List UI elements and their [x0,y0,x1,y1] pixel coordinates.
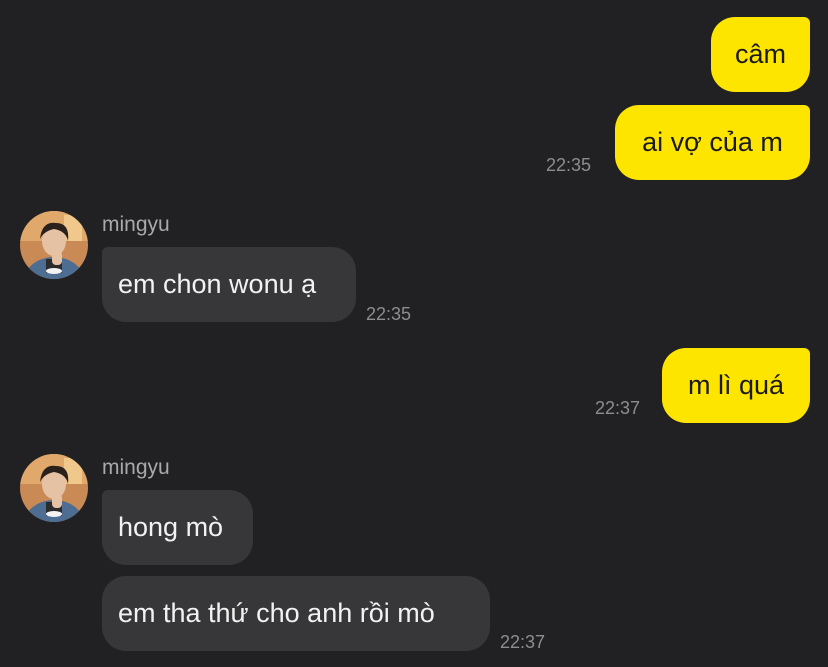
avatar-icon [20,454,88,522]
message-timestamp: 22:35 [546,155,592,175]
outgoing-message-bubble[interactable]: m lì quá [662,348,810,423]
incoming-message-bubble[interactable]: em chon wonu ạ [102,247,356,322]
outgoing-message-bubble[interactable]: ai vợ của m [615,105,810,180]
message-timestamp: 22:35 [366,304,412,324]
incoming-message-bubble[interactable]: hong mò [102,490,253,565]
contact-avatar[interactable] [20,211,88,279]
incoming-message-bubble[interactable]: em tha thứ cho anh rồi mò [102,576,490,651]
contact-avatar[interactable] [20,454,88,522]
outgoing-message-bubble[interactable]: câm [711,17,810,92]
message-timestamp: 22:37 [595,398,641,418]
sender-name: mingyu [102,213,170,236]
avatar-icon [20,211,88,279]
sender-name: mingyu [102,456,170,479]
message-timestamp: 22:37 [500,632,546,652]
